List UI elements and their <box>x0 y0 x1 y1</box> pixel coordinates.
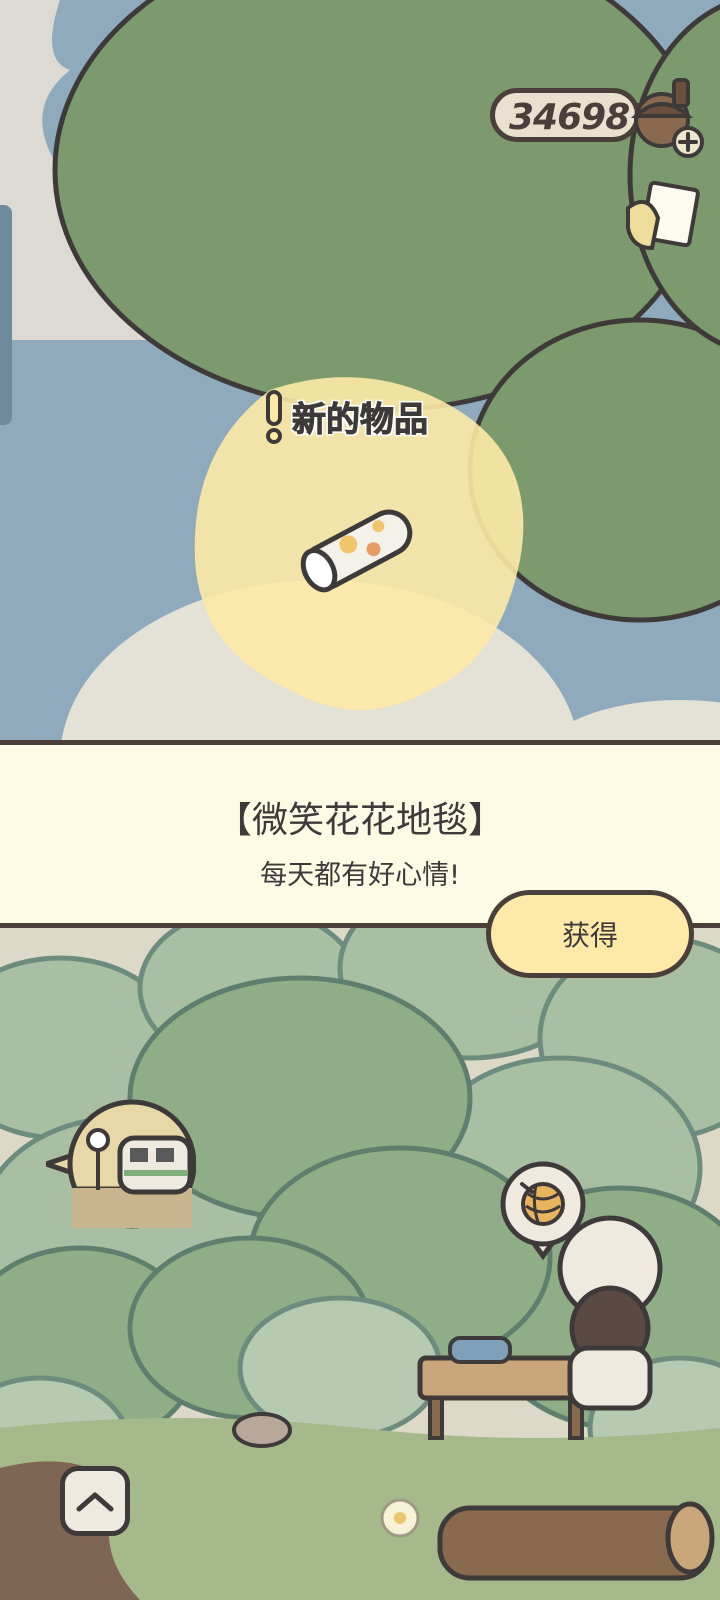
currency-counter[interactable]: 346987 <box>490 88 654 142</box>
side-scroll-handle[interactable] <box>0 205 12 425</box>
obtain-button[interactable]: 获得 <box>486 890 694 978</box>
train-station-icon[interactable] <box>46 1098 196 1230</box>
item-title: 【微笑花花地毯】 <box>215 800 504 841</box>
acorn-plus-icon[interactable] <box>630 70 710 160</box>
chevron-up-icon <box>76 1492 114 1512</box>
notes-button[interactable] <box>618 178 704 264</box>
item-description: 每天都有好心情! <box>260 860 460 891</box>
new-item-label: 新的物品 <box>292 400 429 441</box>
notes-icon <box>626 180 700 251</box>
yarn-ball-icon[interactable] <box>498 1160 588 1260</box>
menu-toggle-button[interactable] <box>60 1466 130 1536</box>
exclamation-icon <box>266 390 282 444</box>
rolled-rug-icon[interactable] <box>292 495 422 605</box>
